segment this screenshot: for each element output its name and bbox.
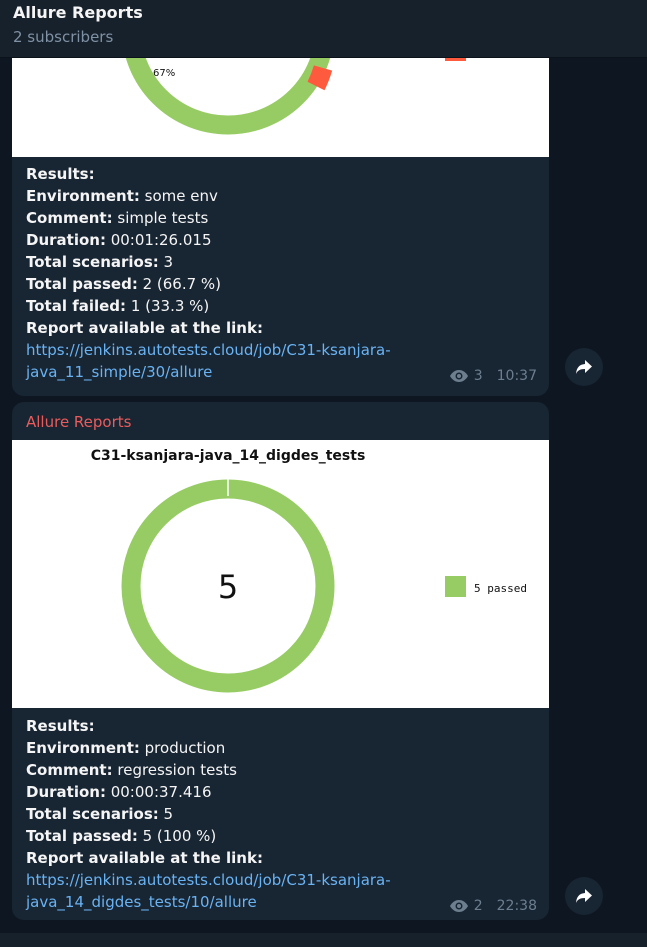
duration-line: Duration: 00:00:37.416 (26, 783, 212, 801)
sender-name[interactable]: Allure Reports (26, 413, 131, 431)
chart-title: C31-ksanjara-java_14_digdes_tests (91, 448, 366, 464)
legend-failed-swatch (445, 58, 466, 61)
duration-line: Duration: 00:01:26.015 (26, 231, 212, 249)
donut-chart: C31-ksanjara-java_14_digdes_tests 5 5 pa… (91, 448, 527, 693)
report-chart-image[interactable]: 67% (12, 58, 549, 157)
report-link[interactable]: https://jenkins.autotests.cloud/job/C31-… (26, 869, 391, 913)
comment-line: Comment: simple tests (26, 209, 209, 227)
message-meta: 2 22:38 (449, 898, 537, 914)
bottom-bar (0, 933, 647, 947)
legend-passed-swatch (445, 576, 466, 597)
share-arrow-icon (576, 889, 592, 903)
total-scenarios-line: Total scenarios: 3 (26, 253, 174, 271)
center-value: 5 (218, 568, 238, 606)
total-failed-line: Total failed: 1 (33.3 %) (26, 297, 210, 315)
percent-label: 67% (153, 68, 175, 79)
donut-chart: 67% (125, 58, 466, 135)
eye-icon (449, 900, 468, 912)
channel-title[interactable]: Allure Reports (13, 3, 143, 22)
total-passed-line: Total passed: 2 (66.7 %) (26, 275, 222, 293)
report-link[interactable]: https://jenkins.autotests.cloud/job/C31-… (26, 339, 391, 383)
view-count: 2 (473, 898, 483, 914)
share-arrow-icon (576, 360, 592, 374)
environment-line: Environment: some env (26, 187, 218, 205)
message-bubble: 67% Results: Environment: some env Comme… (12, 58, 549, 396)
message-meta: 3 10:37 (449, 368, 537, 384)
report-chart-image[interactable]: C31-ksanjara-java_14_digdes_tests 5 5 pa… (12, 440, 549, 708)
message-time: 22:38 (496, 898, 537, 914)
report-link-label-line: Report available at the link: (26, 849, 263, 867)
donut-failed-arc (307, 65, 333, 91)
message-bubble: Allure Reports C31-ksanjara-java_14_digd… (12, 402, 549, 920)
chat-header[interactable]: Allure Reports 2 subscribers (0, 0, 647, 58)
message-time: 10:37 (496, 368, 537, 384)
results-line: Results: (26, 717, 95, 735)
subscriber-count: 2 subscribers (13, 28, 114, 46)
comment-line: Comment: regression tests (26, 761, 237, 779)
message-text: Results: Environment: production Comment… (26, 715, 391, 913)
environment-line: Environment: production (26, 739, 226, 757)
results-line: Results: (26, 165, 95, 183)
forward-button[interactable] (565, 877, 603, 915)
scrollbar-track[interactable] (641, 58, 647, 933)
report-link-label-line: Report available at the link: (26, 319, 263, 337)
forward-button[interactable] (565, 348, 603, 386)
eye-icon (449, 370, 468, 382)
legend-passed-label: 5 passed (474, 582, 527, 595)
view-count: 3 (473, 368, 483, 384)
total-scenarios-line: Total scenarios: 5 (26, 805, 174, 823)
total-passed-line: Total passed: 5 (100 %) (26, 827, 217, 845)
message-text: Results: Environment: some env Comment: … (26, 163, 391, 383)
